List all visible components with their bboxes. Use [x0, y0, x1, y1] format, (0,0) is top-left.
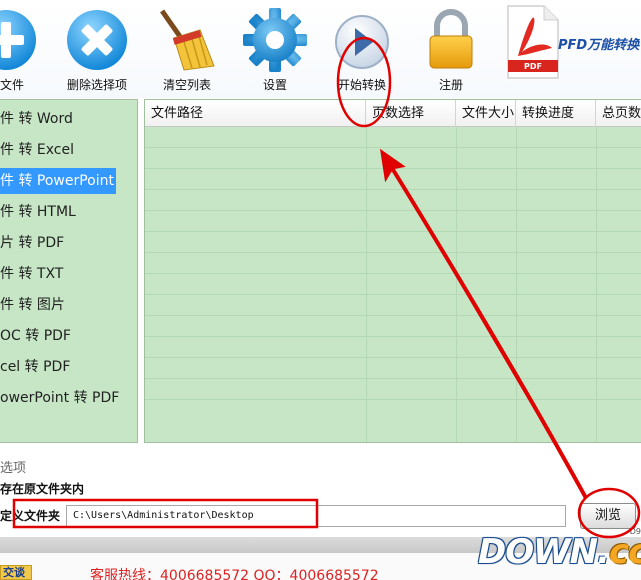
custom-folder-option[interactable]: 定义文件夹 — [0, 507, 60, 524]
table-header: 文件路径 页数选择 文件大小 转换进度 总页数 — [145, 100, 641, 127]
table-body — [145, 127, 641, 400]
keep-original-option[interactable]: 存在原文件夹内 — [0, 480, 84, 497]
hotline-text: 客服热线：4006685572 QQ：4006685572 — [90, 568, 379, 580]
add-file-label: 加文件 — [0, 78, 25, 92]
table-row[interactable] — [145, 232, 641, 253]
options-title: 选项 — [0, 461, 27, 476]
pdf-badge-text: PDF — [524, 62, 542, 71]
table-row[interactable] — [145, 169, 641, 190]
column-file-path[interactable]: 文件路径 — [145, 100, 366, 127]
browse-label: 浏览 — [594, 508, 621, 523]
pdf-logo-icon: PDF — [507, 5, 559, 79]
chat-button[interactable]: 交谈 — [0, 565, 32, 580]
clear-list-button[interactable]: 清空列表 — [148, 0, 226, 96]
settings-button[interactable]: 设置 — [238, 0, 312, 96]
register-label: 注册 — [438, 78, 464, 92]
watermark-dot: . — [597, 532, 610, 572]
table-row[interactable] — [145, 358, 641, 379]
site-watermark: DOWN.cc — [478, 532, 641, 578]
sidebar-item-to-powerpoint[interactable]: 件 转 PowerPoint — [0, 168, 116, 194]
column-total-pages[interactable]: 总页数 — [596, 100, 641, 127]
file-list-table[interactable]: 文件路径 页数选择 文件大小 转换进度 总页数 — [144, 99, 641, 443]
lock-icon — [429, 9, 473, 69]
table-row[interactable] — [145, 127, 641, 148]
sidebar-item-to-txt[interactable]: 件 转 TXT — [0, 261, 63, 287]
play-icon — [335, 15, 389, 69]
table-row[interactable] — [145, 274, 641, 295]
sidebar-item-to-word[interactable]: 件 转 Word — [0, 106, 73, 132]
table-row[interactable] — [145, 148, 641, 169]
delete-icon — [67, 10, 127, 70]
column-file-size[interactable]: 文件大小 — [456, 100, 516, 127]
table-row[interactable] — [145, 211, 641, 232]
sidebar-item-to-excel[interactable]: 件 转 Excel — [0, 137, 74, 163]
app-logo-text: PFD万能转换 — [558, 38, 640, 53]
table-row[interactable] — [145, 253, 641, 274]
broom-icon — [160, 9, 215, 71]
gear-icon — [243, 8, 307, 72]
watermark-cc: cc — [609, 532, 641, 572]
start-convert-label: 开始转换 — [337, 78, 387, 92]
browse-button[interactable]: 浏览 D9 — [580, 503, 641, 536]
sidebar-item-doc-to-pdf[interactable]: OC 转 PDF — [0, 323, 71, 349]
watermark-main: DOWN — [478, 532, 598, 572]
delete-selected-button[interactable]: 删除选择项 — [55, 0, 139, 96]
sidebar-item-to-html[interactable]: 件 转 HTML — [0, 199, 76, 225]
settings-label: 设置 — [262, 78, 288, 92]
table-row[interactable] — [145, 337, 641, 358]
conversion-type-list: 件 转 Word 件 转 Excel 件 转 PowerPoint 件 转 HT… — [0, 99, 138, 443]
sidebar-item-to-image[interactable]: 件 转 图片 — [0, 292, 65, 318]
column-progress[interactable]: 转换进度 — [516, 100, 596, 127]
clear-list-label: 清空列表 — [162, 78, 212, 92]
table-row[interactable] — [145, 190, 641, 211]
delete-selected-label: 删除选择项 — [66, 78, 128, 92]
toolbar: 加文件 删除选择项 清空列表 — [0, 0, 641, 98]
add-file-button[interactable]: 加文件 — [0, 0, 46, 96]
register-button[interactable]: 注册 — [416, 0, 486, 96]
table-row[interactable] — [145, 295, 641, 316]
table-row[interactable] — [145, 379, 641, 400]
output-path-input[interactable]: C:\Users\Administrator\Desktop — [66, 505, 566, 527]
sidebar-item-image-to-pdf[interactable]: 片 转 PDF — [0, 230, 64, 256]
column-page-select[interactable]: 页数选择 — [366, 100, 456, 127]
sidebar-item-ppt-to-pdf[interactable]: owerPoint 转 PDF — [0, 385, 119, 411]
table-row[interactable] — [145, 316, 641, 337]
sidebar-item-excel-to-pdf[interactable]: cel 转 PDF — [0, 354, 70, 380]
start-convert-button[interactable]: 开始转换 — [328, 0, 396, 96]
add-icon — [0, 10, 36, 70]
